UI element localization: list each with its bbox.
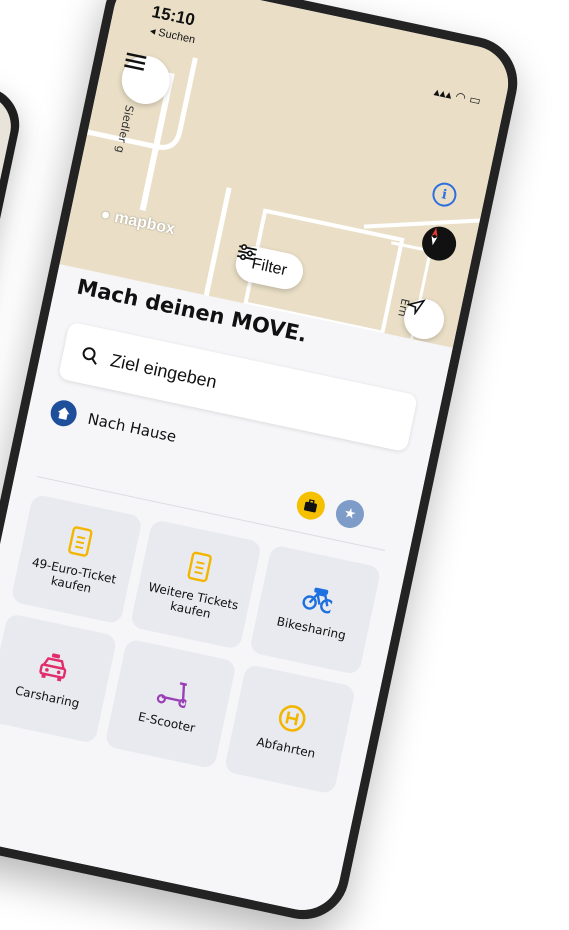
mapbox-circle-icon: ●	[99, 205, 113, 225]
tile-bikesharing[interactable]: Bikesharing	[249, 544, 382, 676]
service-grid: 49-Euro-Ticket kaufen Weitere Tickets ka…	[0, 493, 382, 795]
scooter-icon	[155, 675, 191, 711]
home-label: Nach Hause	[86, 409, 178, 446]
tile-abfahrten[interactable]: Abfahrten	[223, 663, 357, 795]
home-shortcut[interactable]: Nach Hause	[48, 397, 179, 450]
tile-label: E-Scooter	[136, 709, 197, 736]
tile-label: Weitere Tickets kaufen	[147, 579, 240, 622]
bus-stop-icon	[274, 700, 310, 736]
ticket-icon	[182, 549, 218, 585]
tile-weitere-tickets[interactable]: Weitere Tickets kaufen	[129, 519, 263, 650]
star-icon[interactable]: ★	[333, 497, 367, 531]
tile-label: Bikesharing	[275, 614, 348, 643]
hamburger-icon	[124, 52, 147, 71]
tile-e-scooter[interactable]: E-Scooter	[104, 638, 237, 770]
tile-label: Abfahrten	[255, 734, 317, 761]
app-screen: 15:10 ◂ Suchen ▴▴▴ ◠ ▭ i Siedler g Ern ●…	[0, 0, 516, 917]
sliders-icon	[236, 244, 258, 261]
bike-icon	[300, 581, 336, 617]
tile-label: 49-Euro-Ticket kaufen	[30, 554, 118, 596]
tile-49-euro-ticket[interactable]: 49-Euro-Ticket kaufen	[10, 493, 143, 625]
search-placeholder: Ziel eingeben	[108, 349, 219, 392]
bottom-sheet: Mach deinen MOVE. Ziel eingeben Nach Hau	[0, 264, 453, 917]
tile-carsharing[interactable]: Carsharing	[0, 613, 118, 744]
search-icon	[82, 347, 97, 365]
car-icon	[36, 650, 72, 686]
location-arrow-icon	[406, 299, 426, 316]
ticket-icon	[63, 523, 99, 559]
tile-label: Carsharing	[13, 683, 81, 711]
work-icon[interactable]	[294, 489, 328, 523]
filter-label: Filter	[250, 255, 289, 280]
home-icon	[48, 397, 80, 429]
phone-mockup: 15:10 ◂ Suchen ▴▴▴ ◠ ▭ i Siedler g Ern ●…	[0, 0, 536, 930]
